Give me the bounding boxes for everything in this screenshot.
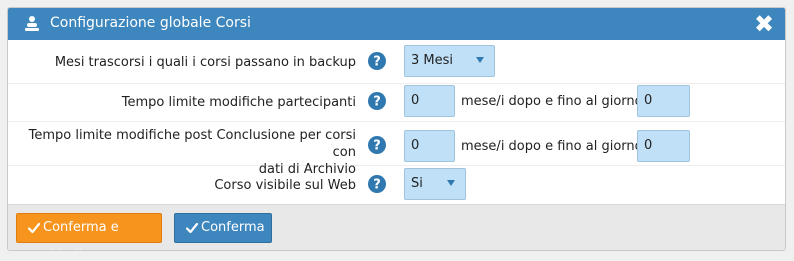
settings-people-icon: [25, 16, 39, 31]
confirm-label: Conferma: [201, 220, 265, 235]
archive-limit-label-line1: Tempo limite modifiche post Conclusione …: [28, 128, 356, 160]
checkmark-icon: [27, 222, 41, 234]
participants-months-input[interactable]: 0: [404, 85, 455, 117]
svg-text:?: ?: [373, 178, 381, 193]
chevron-down-icon: [476, 57, 484, 63]
backup-select-value: 3 Mesi: [411, 53, 454, 68]
help-icon[interactable]: ?: [368, 175, 386, 193]
row-participants-limit: Tempo limite modifiche partecipanti ? 0 …: [8, 84, 785, 122]
svg-text:?: ?: [373, 139, 381, 154]
config-dialog: Configurazione globale Corsi ✖ Mesi tras…: [7, 7, 786, 251]
checkmark-icon: [185, 222, 199, 234]
row-archive-limit: Tempo limite modifiche post Conclusione …: [8, 122, 785, 177]
backup-label: Mesi trascorsi i quali i corsi passano i…: [54, 55, 356, 70]
dialog-title: Configurazione globale Corsi: [50, 15, 251, 31]
svg-text:?: ?: [373, 95, 381, 110]
archive-middle-text: mese/i dopo e fino al giorno: [461, 139, 643, 154]
archive-months-input[interactable]: 0: [404, 130, 455, 162]
participants-day-input[interactable]: 0: [637, 85, 690, 117]
chevron-down-icon: [447, 180, 455, 186]
participants-middle-text: mese/i dopo e fino al giorno: [461, 94, 643, 109]
web-visible-select-value: Si: [411, 176, 423, 191]
help-icon[interactable]: ?: [368, 52, 386, 70]
confirm-button[interactable]: Conferma: [174, 213, 272, 243]
archive-day-input[interactable]: 0: [637, 130, 690, 162]
close-icon[interactable]: ✖: [752, 12, 776, 36]
participants-limit-label: Tempo limite modifiche partecipanti: [121, 95, 356, 110]
row-web-visible: Corso visibile sul Web ? Si: [8, 166, 785, 204]
help-icon[interactable]: ?: [368, 136, 386, 154]
svg-text:?: ?: [373, 55, 381, 70]
dialog-footer: Conferma e chiudi Conferma: [8, 204, 785, 250]
backup-select[interactable]: 3 Mesi: [404, 45, 495, 77]
confirm-and-close-label: Conferma e chiudi: [43, 220, 119, 250]
confirm-and-close-button[interactable]: Conferma e chiudi: [16, 213, 162, 250]
help-icon[interactable]: ?: [368, 92, 386, 110]
dialog-titlebar: Configurazione globale Corsi ✖: [8, 8, 785, 40]
row-backup: Mesi trascorsi i quali i corsi passano i…: [8, 41, 785, 84]
web-visible-label: Corso visibile sul Web: [214, 178, 356, 193]
web-visible-select[interactable]: Si: [404, 168, 466, 200]
